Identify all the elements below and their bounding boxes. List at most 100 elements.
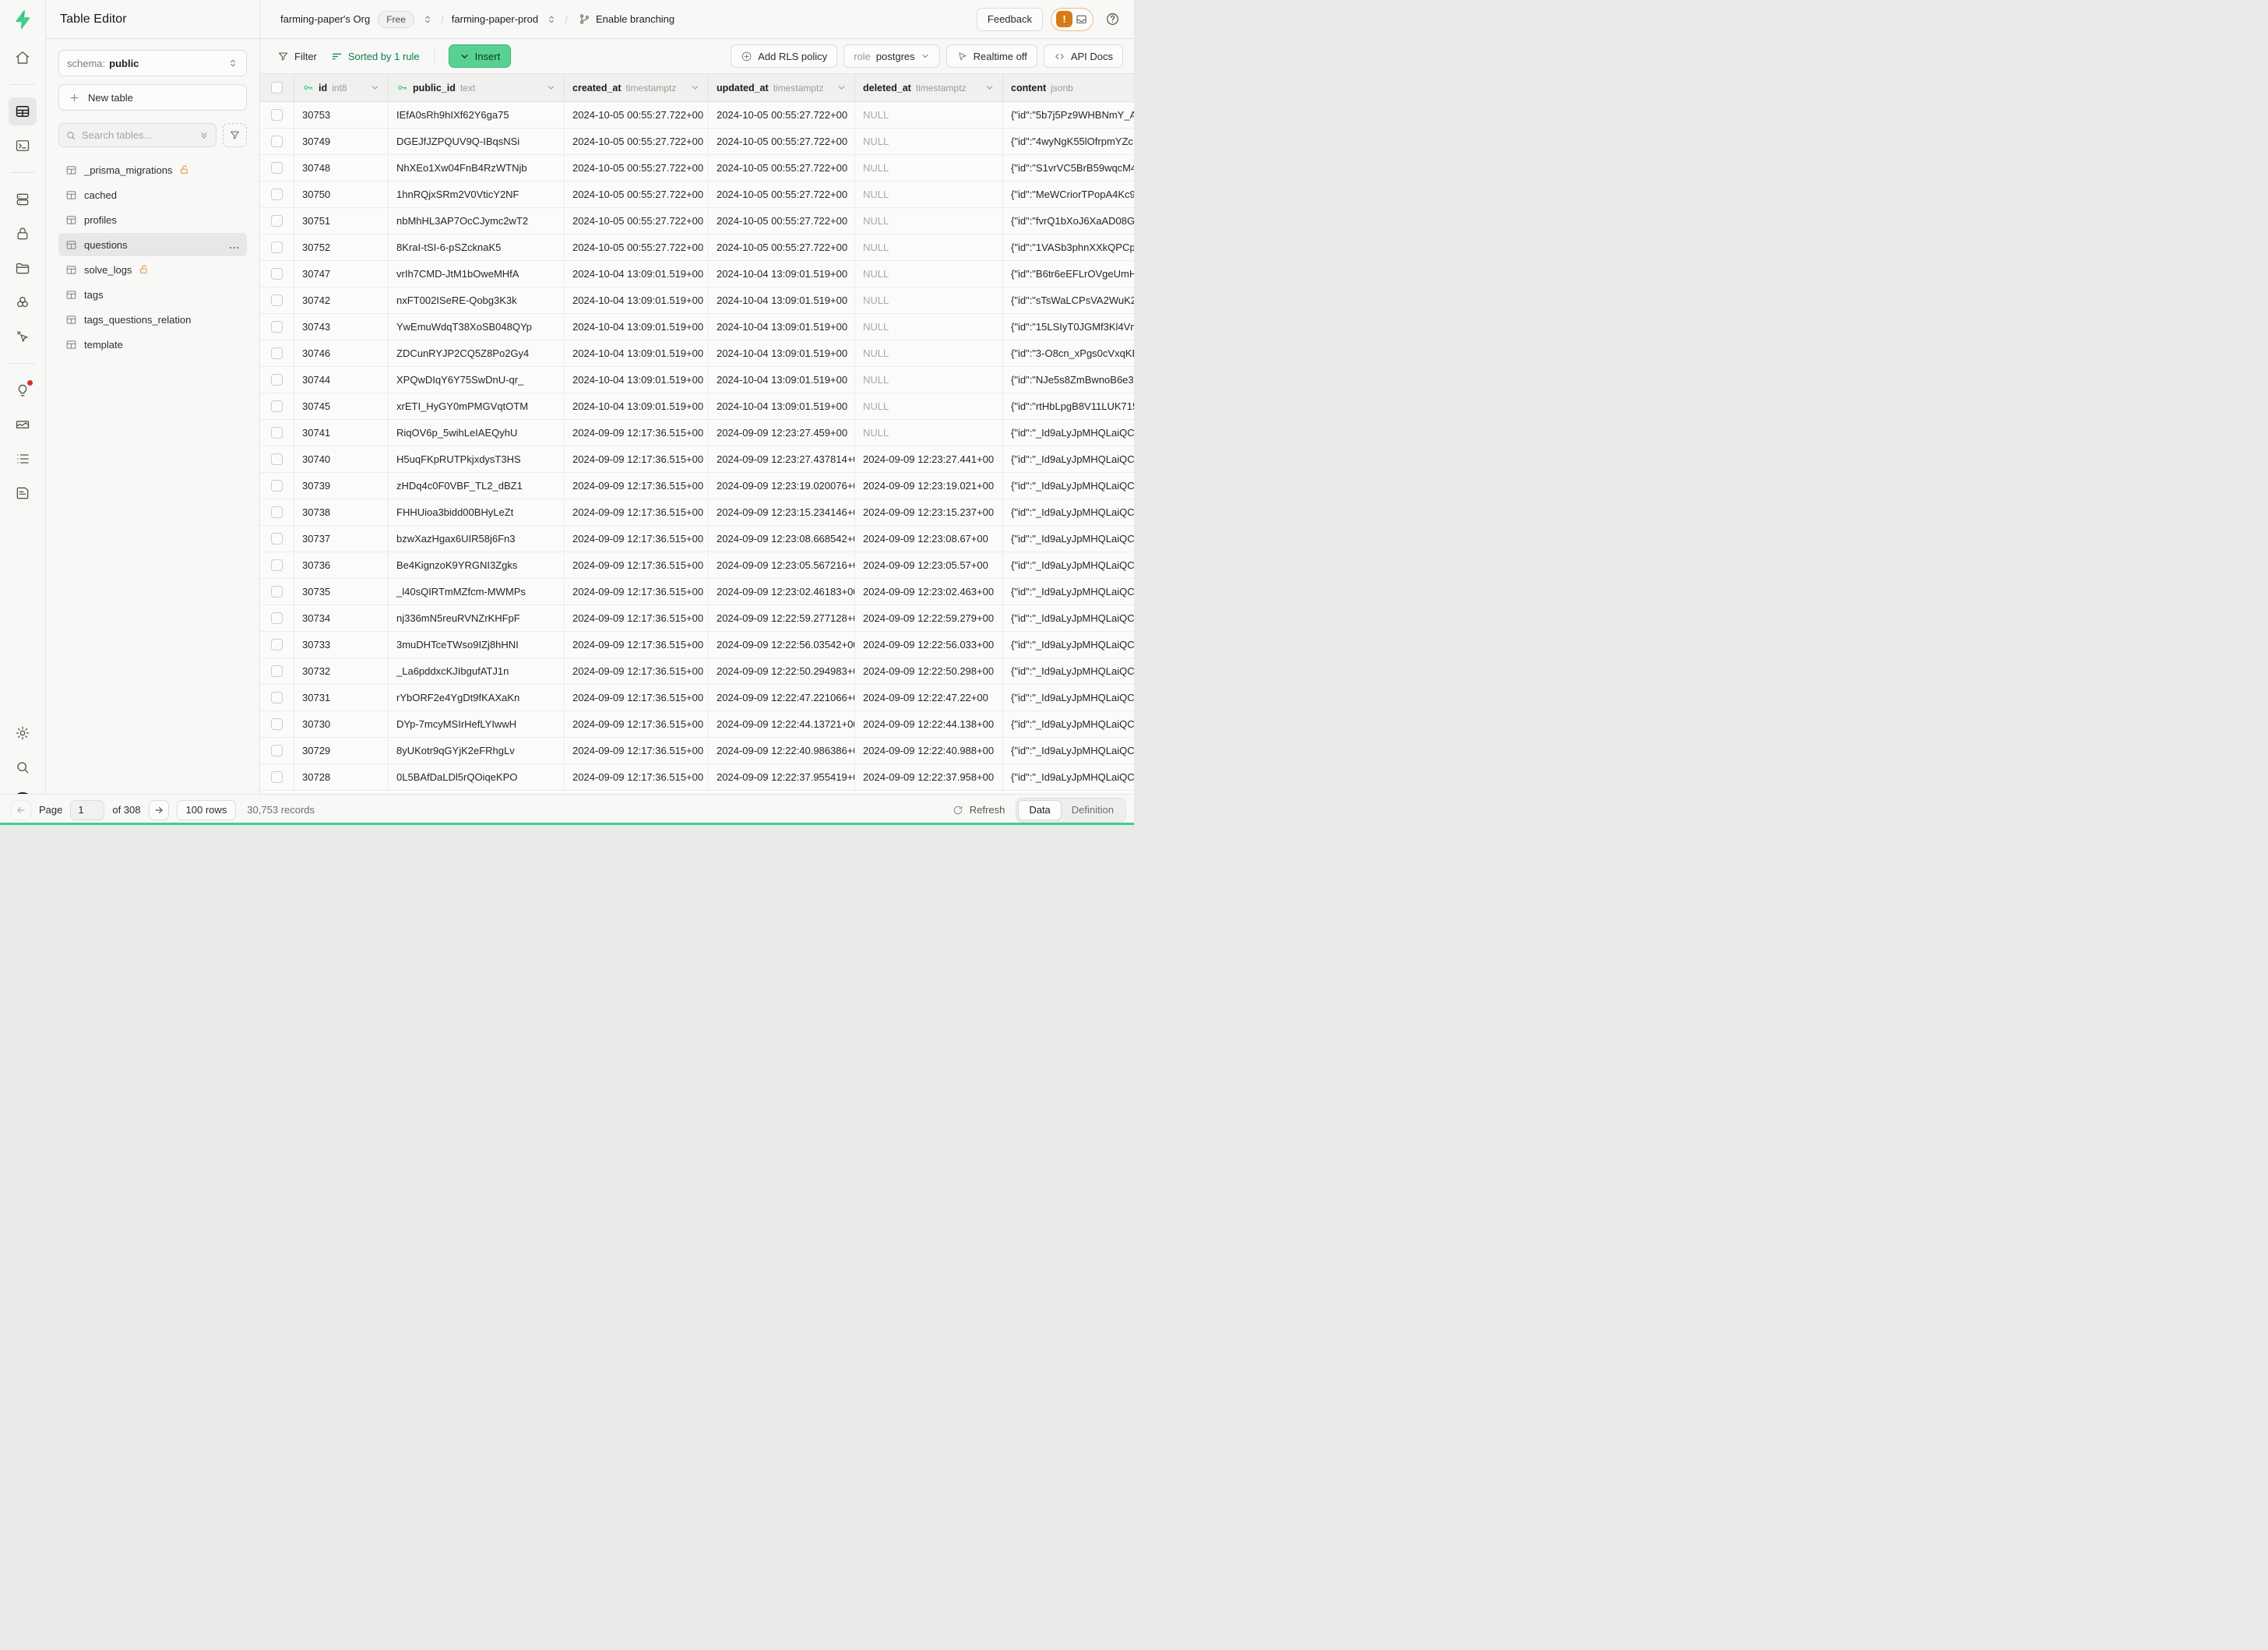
- row-checkbox[interactable]: [271, 215, 283, 227]
- cell-id[interactable]: 30749: [294, 129, 389, 154]
- cell-deleted_at[interactable]: 2024-09-09 12:22:56.033+00: [855, 632, 1003, 658]
- row-checkbox[interactable]: [271, 242, 283, 253]
- cell-id[interactable]: 30734: [294, 605, 389, 631]
- cell-created_at[interactable]: 2024-09-09 12:17:36.515+00: [565, 738, 709, 763]
- cell-deleted_at[interactable]: NULL: [855, 340, 1003, 366]
- cell-updated_at[interactable]: 2024-10-04 13:09:01.519+00: [709, 393, 855, 419]
- table-list-item[interactable]: tags: [58, 283, 247, 306]
- table-list-item[interactable]: template: [58, 333, 247, 356]
- cell-created_at[interactable]: 2024-09-09 12:17:36.515+00: [565, 605, 709, 631]
- cell-public_id[interactable]: NhXEo1Xw04FnB4RzWTNjb: [389, 155, 565, 181]
- row-select-cell[interactable]: [260, 234, 294, 260]
- page-input[interactable]: [70, 800, 104, 820]
- cell-public_id[interactable]: 3muDHTceTWso9IZj8hHNI: [389, 632, 565, 658]
- cell-id[interactable]: 30732: [294, 658, 389, 684]
- cell-updated_at[interactable]: 2024-10-04 13:09:01.519+00: [709, 340, 855, 366]
- cell-deleted_at[interactable]: NULL: [855, 393, 1003, 419]
- cell-deleted_at[interactable]: 2024-09-09 12:23:08.67+00: [855, 526, 1003, 552]
- tab-definition[interactable]: Definition: [1062, 800, 1124, 820]
- cell-deleted_at[interactable]: 2024-09-09 12:23:15.237+00: [855, 499, 1003, 525]
- cell-created_at[interactable]: 2024-09-09 12:17:36.515+00: [565, 526, 709, 552]
- api-docs-button[interactable]: API Docs: [1044, 44, 1123, 68]
- tab-data[interactable]: Data: [1018, 800, 1061, 820]
- chevron-down-icon[interactable]: [836, 83, 847, 93]
- cell-content[interactable]: {"id":"MeWCriorTPopA4Kc9: [1003, 182, 1134, 207]
- cell-deleted_at[interactable]: NULL: [855, 314, 1003, 340]
- schema-select[interactable]: schema: public: [58, 50, 247, 76]
- cell-updated_at[interactable]: 2024-09-09 12:22:50.294983+00: [709, 658, 855, 684]
- cell-content[interactable]: {"id":"_Id9aLyJpMHQLaiQC: [1003, 764, 1134, 790]
- cell-updated_at[interactable]: 2024-10-05 00:55:27.722+00: [709, 182, 855, 207]
- cell-deleted_at[interactable]: 2024-09-09 12:22:37.958+00: [855, 764, 1003, 790]
- row-checkbox[interactable]: [271, 268, 283, 280]
- row-checkbox[interactable]: [271, 612, 283, 624]
- cell-deleted_at[interactable]: 2024-09-09 12:22:59.279+00: [855, 605, 1003, 631]
- cell-id[interactable]: 30746: [294, 340, 389, 366]
- sql-editor-icon[interactable]: [9, 132, 37, 160]
- column-header-updated_at[interactable]: updated_attimestamptz: [709, 74, 855, 101]
- edge-functions-icon[interactable]: [9, 288, 37, 316]
- cell-public_id[interactable]: zHDq4c0F0VBF_TL2_dBZ1: [389, 473, 565, 499]
- breadcrumb-org[interactable]: farming-paper's Org: [280, 13, 370, 25]
- cell-created_at[interactable]: 2024-09-09 12:17:36.515+00: [565, 764, 709, 790]
- cell-public_id[interactable]: 8yUKotr9qGYjK2eFRhgLv: [389, 738, 565, 763]
- cell-deleted_at[interactable]: 2024-09-09 12:23:27.441+00: [855, 446, 1003, 472]
- cell-created_at[interactable]: 2024-09-09 12:17:36.515+00: [565, 632, 709, 658]
- chevron-down-icon[interactable]: [546, 83, 556, 93]
- cell-content[interactable]: {"id":"_Id9aLyJpMHQLaiQC: [1003, 685, 1134, 710]
- cell-created_at[interactable]: 2024-10-04 13:09:01.519+00: [565, 393, 709, 419]
- table-list-item[interactable]: solve_logs: [58, 258, 247, 281]
- cell-created_at[interactable]: 2024-10-05 00:55:27.722+00: [565, 234, 709, 260]
- cell-id[interactable]: 30751: [294, 208, 389, 234]
- column-header-content[interactable]: contentjsonb: [1003, 74, 1134, 101]
- cell-updated_at[interactable]: 2024-09-09 12:22:40.986386+00: [709, 738, 855, 763]
- cell-content[interactable]: {"id":"_Id9aLyJpMHQLaiQC: [1003, 579, 1134, 605]
- cell-deleted_at[interactable]: 2024-09-09 12:22:44.138+00: [855, 711, 1003, 737]
- cell-content[interactable]: {"id":"_Id9aLyJpMHQLaiQC: [1003, 446, 1134, 472]
- row-select-cell[interactable]: [260, 764, 294, 790]
- cell-created_at[interactable]: 2024-10-04 13:09:01.519+00: [565, 367, 709, 393]
- row-select-cell[interactable]: [260, 552, 294, 578]
- cell-id[interactable]: 30738: [294, 499, 389, 525]
- chevron-down-icon[interactable]: [370, 83, 380, 93]
- cell-deleted_at[interactable]: NULL: [855, 261, 1003, 287]
- cell-id[interactable]: 30739: [294, 473, 389, 499]
- row-select-cell[interactable]: [260, 605, 294, 631]
- row-select-cell[interactable]: [260, 102, 294, 128]
- row-checkbox[interactable]: [271, 347, 283, 359]
- cell-updated_at[interactable]: 2024-09-09 12:23:05.567216+00: [709, 552, 855, 578]
- plan-badge[interactable]: Free: [378, 11, 414, 28]
- api-docs-icon[interactable]: [9, 479, 37, 507]
- cell-id[interactable]: 30741: [294, 420, 389, 446]
- cell-public_id[interactable]: IEfA0sRh9hIXf62Y6ga75: [389, 102, 565, 128]
- row-select-cell[interactable]: [260, 711, 294, 737]
- cell-deleted_at[interactable]: NULL: [855, 287, 1003, 313]
- cell-content[interactable]: {"id":"3-O8cn_xPgs0cVxqKE: [1003, 340, 1134, 366]
- cell-content[interactable]: {"id":"B6tr6eEFLrOVgeUmH: [1003, 261, 1134, 287]
- database-icon[interactable]: [9, 185, 37, 213]
- next-page-button[interactable]: [149, 800, 169, 820]
- cell-updated_at[interactable]: 2024-09-09 12:23:27.459+00: [709, 420, 855, 446]
- cell-deleted_at[interactable]: NULL: [855, 102, 1003, 128]
- cell-content[interactable]: {"id":"_Id9aLyJpMHQLaiQC: [1003, 526, 1134, 552]
- storage-icon[interactable]: [9, 254, 37, 282]
- rows-per-page-button[interactable]: 100 rows: [177, 800, 237, 820]
- row-checkbox[interactable]: [271, 109, 283, 121]
- cell-updated_at[interactable]: 2024-10-05 00:55:27.722+00: [709, 208, 855, 234]
- row-checkbox[interactable]: [271, 665, 283, 677]
- cell-deleted_at[interactable]: NULL: [855, 420, 1003, 446]
- feedback-button[interactable]: Feedback: [977, 8, 1043, 31]
- cell-id[interactable]: 30733: [294, 632, 389, 658]
- row-checkbox[interactable]: [271, 639, 283, 650]
- row-checkbox[interactable]: [271, 162, 283, 174]
- cell-deleted_at[interactable]: NULL: [855, 129, 1003, 154]
- filter-tables-button[interactable]: [223, 123, 247, 147]
- breadcrumb-project[interactable]: farming-paper-prod: [452, 13, 538, 25]
- cell-updated_at[interactable]: 2024-10-05 00:55:27.722+00: [709, 234, 855, 260]
- cell-deleted_at[interactable]: 2024-09-09 12:23:02.463+00: [855, 579, 1003, 605]
- cell-updated_at[interactable]: 2024-09-09 12:22:44.13721+00: [709, 711, 855, 737]
- column-header-created_at[interactable]: created_attimestamptz: [565, 74, 709, 101]
- cell-public_id[interactable]: _l40sQIRTmMZfcm-MWMPs: [389, 579, 565, 605]
- table-list-item[interactable]: cached: [58, 183, 247, 206]
- cell-id[interactable]: 30744: [294, 367, 389, 393]
